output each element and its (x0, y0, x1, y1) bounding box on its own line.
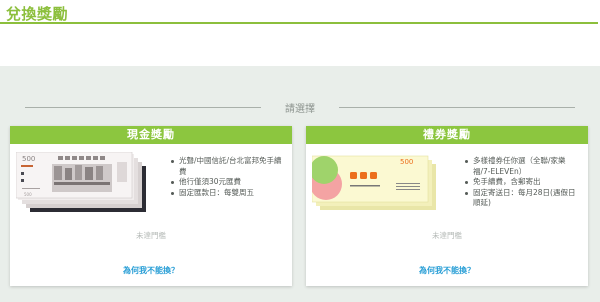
gift-reward-card[interactable]: 禮券獎勵 500 多樣禮券任你選（全聯/家樂福/7-ELEVEn） 免手續費，含… (306, 126, 588, 286)
divider-line-right (339, 107, 575, 108)
banknote-stack-icon: 500 500 (15, 151, 151, 214)
cash-reward-card[interactable]: 現金獎勵 500 500 光聲/中國信託/台北富邦免手續費 他行僅須30元匯費 … (10, 126, 292, 286)
list-item: 光聲/中國信託/台北富邦免手續費 (170, 156, 288, 177)
list-item: 多樣禮券任你選（全聯/家樂福/7-ELEVEn） (464, 156, 582, 177)
gift-threshold-status: 未達門檻 (432, 231, 462, 240)
list-item: 固定寄送日：每月28日(遇假日順延) (464, 188, 582, 209)
cash-why-cannot-redeem-link[interactable]: 為何我不能換？ (10, 265, 292, 276)
divider-label: 請選擇 (285, 104, 315, 115)
title-underline (0, 22, 598, 24)
page-title: 兌換獎勵 (6, 5, 69, 23)
divider-line-left (25, 107, 261, 108)
list-item: 他行僅須30元匯費 (170, 177, 288, 188)
gift-feature-list: 多樣禮券任你選（全聯/家樂福/7-ELEVEn） 免手續費，含郵寄出 固定寄送日… (464, 156, 582, 209)
cash-note-value: 500 (22, 155, 35, 163)
cash-feature-list: 光聲/中國信託/台北富邦免手續費 他行僅須30元匯費 固定匯款日：每雙周五 (170, 156, 288, 198)
choose-divider: 請選擇 (25, 100, 575, 115)
list-item: 固定匯款日：每雙周五 (170, 188, 288, 199)
list-item: 免手續費，含郵寄出 (464, 177, 582, 188)
header: 兌換獎勵 (0, 0, 600, 66)
cash-threshold-status: 未達門檻 (136, 231, 166, 240)
gift-voucher-value: 500 (400, 158, 413, 166)
gift-reward-title: 禮券獎勵 (306, 126, 588, 144)
gift-voucher-stack-icon: 500 (310, 154, 447, 216)
cash-note-value-small: 500 (24, 192, 32, 197)
cash-reward-title: 現金獎勵 (10, 126, 292, 144)
gift-why-cannot-redeem-link[interactable]: 為何我不能換？ (306, 265, 588, 276)
